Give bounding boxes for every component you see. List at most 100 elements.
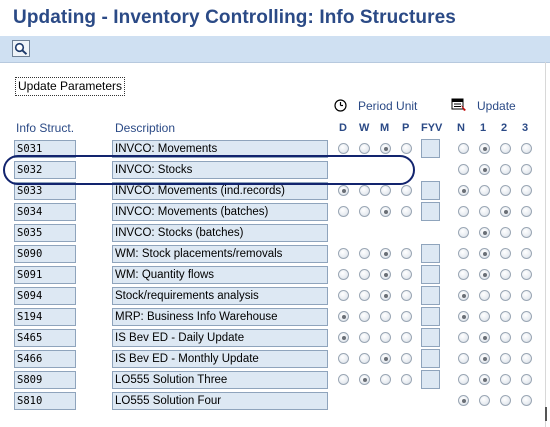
description-field[interactable]: INVCO: Movements (batches)	[112, 203, 328, 221]
period-radio-p[interactable]	[401, 332, 412, 343]
description-field[interactable]: IS Bev ED - Monthly Update	[112, 350, 328, 368]
update-radio-3[interactable]	[521, 332, 532, 343]
update-radio-n[interactable]	[458, 143, 469, 154]
description-field[interactable]: LO555 Solution Four	[112, 392, 328, 410]
description-field[interactable]: Stock/requirements analysis	[112, 287, 328, 305]
fyv-input[interactable]	[421, 307, 440, 326]
update-radio-1[interactable]	[479, 248, 490, 259]
update-radio-3[interactable]	[521, 353, 532, 364]
update-radio-n[interactable]	[458, 353, 469, 364]
fyv-input[interactable]	[421, 286, 440, 305]
period-radio-m[interactable]	[380, 143, 391, 154]
update-radio-1[interactable]	[479, 353, 490, 364]
fyv-input[interactable]	[421, 139, 440, 158]
update-radio-n[interactable]	[458, 185, 469, 196]
update-radio-1[interactable]	[479, 269, 490, 280]
description-field[interactable]: WM: Stock placements/removals	[112, 245, 328, 263]
info-struct-field[interactable]: S194	[14, 308, 76, 326]
period-radio-p[interactable]	[401, 206, 412, 217]
update-radio-1[interactable]	[479, 143, 490, 154]
fyv-input[interactable]	[421, 181, 440, 200]
update-radio-3[interactable]	[521, 290, 532, 301]
update-radio-3[interactable]	[521, 374, 532, 385]
update-radio-n[interactable]	[458, 395, 469, 406]
period-radio-d[interactable]	[338, 206, 349, 217]
update-radio-n[interactable]	[458, 269, 469, 280]
update-radio-3[interactable]	[521, 311, 532, 322]
update-radio-n[interactable]	[458, 311, 469, 322]
period-radio-w[interactable]	[359, 143, 370, 154]
period-radio-p[interactable]	[401, 353, 412, 364]
period-radio-p[interactable]	[401, 185, 412, 196]
period-radio-w[interactable]	[359, 248, 370, 259]
update-radio-2[interactable]	[500, 206, 511, 217]
update-radio-2[interactable]	[500, 353, 511, 364]
update-radio-3[interactable]	[521, 164, 532, 175]
info-struct-field[interactable]: S035	[14, 224, 76, 242]
period-radio-w[interactable]	[359, 206, 370, 217]
update-radio-2[interactable]	[500, 164, 511, 175]
update-radio-n[interactable]	[458, 164, 469, 175]
period-radio-p[interactable]	[401, 269, 412, 280]
period-radio-d[interactable]	[338, 332, 349, 343]
period-radio-d[interactable]	[338, 248, 349, 259]
period-radio-d[interactable]	[338, 374, 349, 385]
update-radio-3[interactable]	[521, 143, 532, 154]
update-radio-1[interactable]	[479, 374, 490, 385]
info-struct-field[interactable]: S091	[14, 266, 76, 284]
info-struct-field[interactable]: S466	[14, 350, 76, 368]
update-radio-3[interactable]	[521, 206, 532, 217]
period-radio-m[interactable]	[380, 353, 391, 364]
period-radio-p[interactable]	[401, 290, 412, 301]
info-struct-field[interactable]: S090	[14, 245, 76, 263]
period-radio-m[interactable]	[380, 311, 391, 322]
period-radio-m[interactable]	[380, 269, 391, 280]
period-radio-w[interactable]	[359, 185, 370, 196]
update-radio-3[interactable]	[521, 185, 532, 196]
period-radio-d[interactable]	[338, 353, 349, 364]
update-radio-2[interactable]	[500, 248, 511, 259]
period-radio-w[interactable]	[359, 269, 370, 280]
period-radio-w[interactable]	[359, 353, 370, 364]
description-field[interactable]: INVCO: Movements (ind.records)	[112, 182, 328, 200]
period-radio-w[interactable]	[359, 311, 370, 322]
period-radio-p[interactable]	[401, 248, 412, 259]
update-radio-3[interactable]	[521, 395, 532, 406]
update-radio-1[interactable]	[479, 395, 490, 406]
fyv-input[interactable]	[421, 244, 440, 263]
update-radio-3[interactable]	[521, 269, 532, 280]
update-radio-1[interactable]	[479, 185, 490, 196]
fyv-input[interactable]	[421, 202, 440, 221]
fyv-input[interactable]	[421, 349, 440, 368]
period-radio-d[interactable]	[338, 311, 349, 322]
info-struct-field[interactable]: S809	[14, 371, 76, 389]
description-field[interactable]: INVCO: Stocks	[112, 161, 328, 179]
info-struct-field[interactable]: S032	[14, 161, 76, 179]
fyv-input[interactable]	[421, 265, 440, 284]
description-field[interactable]: WM: Quantity flows	[112, 266, 328, 284]
period-radio-m[interactable]	[380, 374, 391, 385]
info-struct-field[interactable]: S034	[14, 203, 76, 221]
update-radio-n[interactable]	[458, 227, 469, 238]
update-radio-2[interactable]	[500, 185, 511, 196]
find-button[interactable]	[12, 40, 30, 57]
update-radio-n[interactable]	[458, 332, 469, 343]
period-radio-w[interactable]	[359, 290, 370, 301]
update-radio-n[interactable]	[458, 248, 469, 259]
period-radio-p[interactable]	[401, 311, 412, 322]
description-field[interactable]: INVCO: Movements	[112, 140, 328, 158]
update-radio-2[interactable]	[500, 290, 511, 301]
period-radio-w[interactable]	[359, 374, 370, 385]
update-radio-1[interactable]	[479, 290, 490, 301]
update-radio-2[interactable]	[500, 227, 511, 238]
update-radio-3[interactable]	[521, 227, 532, 238]
period-radio-d[interactable]	[338, 269, 349, 280]
update-radio-1[interactable]	[479, 164, 490, 175]
info-struct-field[interactable]: S465	[14, 329, 76, 347]
update-radio-2[interactable]	[500, 143, 511, 154]
description-field[interactable]: MRP: Business Info Warehouse	[112, 308, 328, 326]
update-radio-2[interactable]	[500, 374, 511, 385]
update-radio-2[interactable]	[500, 269, 511, 280]
info-struct-field[interactable]: S810	[14, 392, 76, 410]
period-radio-m[interactable]	[380, 206, 391, 217]
